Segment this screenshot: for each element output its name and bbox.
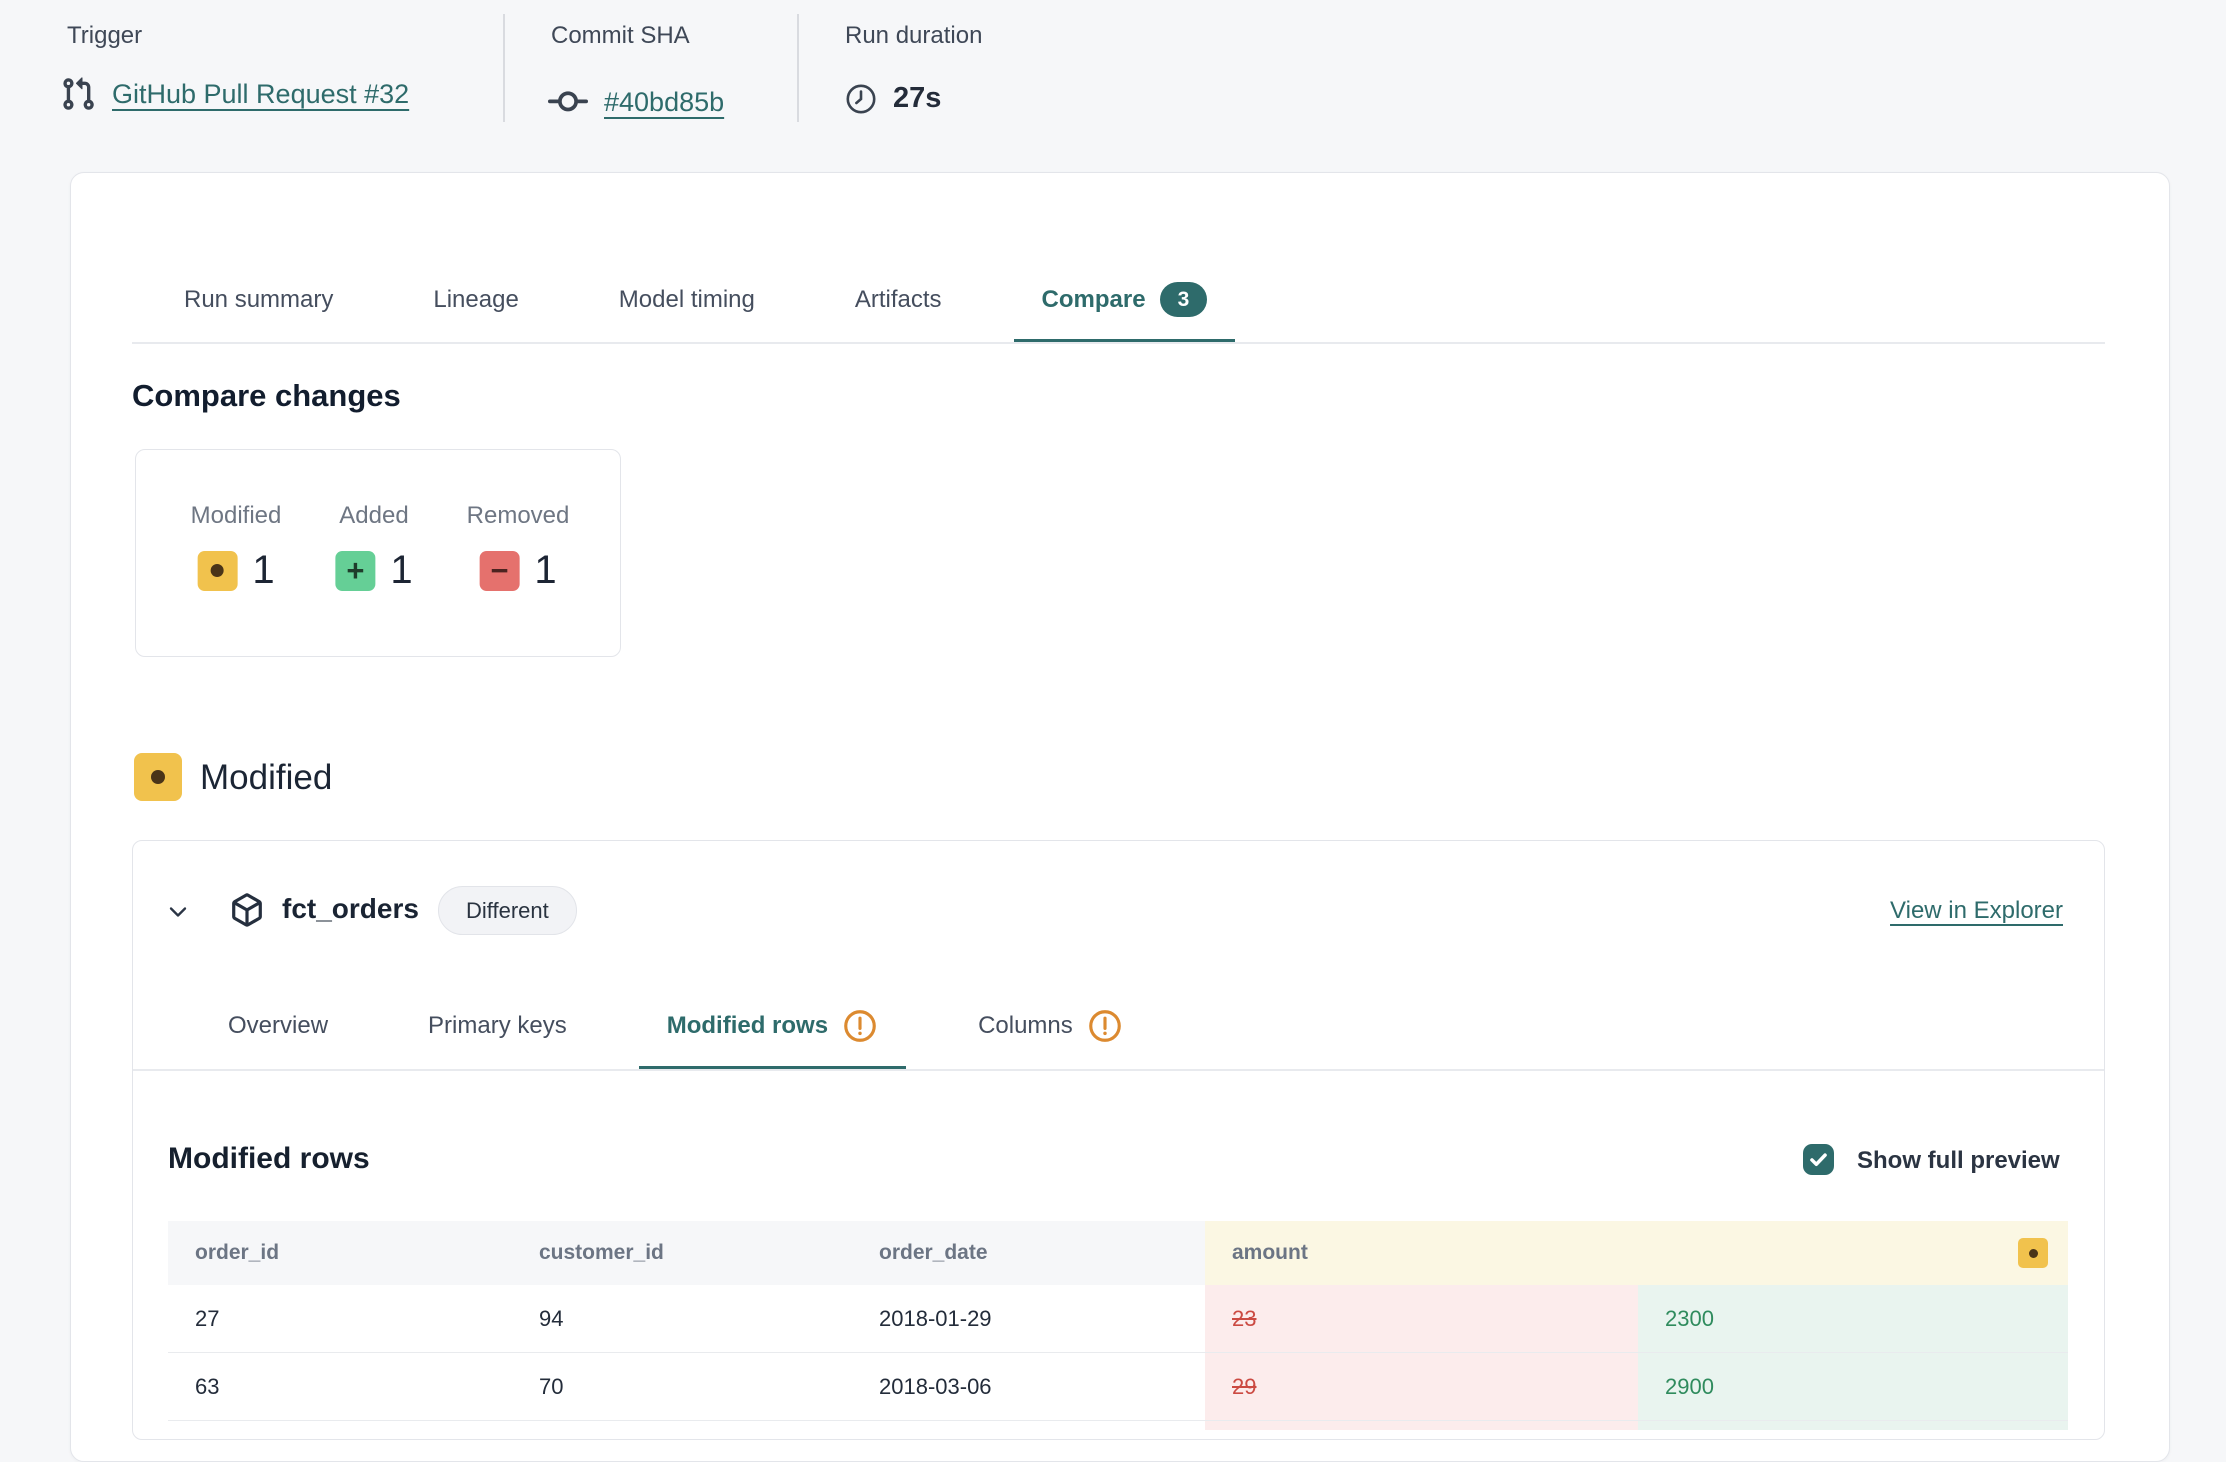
table-cell: 2018-03-06	[852, 1353, 1205, 1421]
commit-link[interactable]: #40bd85b	[604, 87, 724, 118]
cube-icon	[230, 892, 264, 928]
commit-value: #40bd85b	[548, 82, 724, 122]
change-summary-card: Modified 1 Added + 1 Removed − 1	[135, 449, 621, 657]
plus-icon: +	[335, 551, 375, 591]
table-cell-new-value: 2900	[1638, 1353, 2068, 1421]
pull-request-icon	[60, 76, 96, 112]
minus-icon: −	[479, 551, 519, 591]
model-detail-tabs: Overview Primary keys Modified rows Colu…	[200, 985, 1151, 1071]
modified-count: 1	[252, 548, 274, 593]
table-cell: 63	[168, 1353, 512, 1421]
trigger-link[interactable]: GitHub Pull Request #32	[112, 79, 409, 110]
table-cell-new-value: 2300	[1638, 1285, 2068, 1353]
tab-run-summary[interactable]: Run summary	[156, 260, 361, 344]
check-icon	[1808, 1149, 1829, 1170]
modified-section-icon	[134, 753, 182, 801]
table-cell	[168, 1421, 512, 1430]
git-commit-icon	[548, 82, 588, 122]
removed-count: 1	[534, 548, 556, 593]
trigger-label: Trigger	[67, 22, 142, 50]
tab-artifacts[interactable]: Artifacts	[827, 260, 970, 344]
column-header-order-id: order_id	[168, 1221, 512, 1285]
stat-removed: Removed − 1	[467, 502, 570, 593]
tabs-divider	[132, 342, 2105, 344]
table-cell: 27	[168, 1285, 512, 1353]
run-tabs: Run summary Lineage Model timing Artifac…	[156, 260, 1235, 344]
show-full-preview-label[interactable]: Show full preview	[1857, 1147, 2060, 1175]
tab-lineage[interactable]: Lineage	[405, 260, 546, 344]
stat-added: Added + 1	[335, 502, 412, 593]
table-cell: 94	[512, 1285, 852, 1353]
chevron-down-icon[interactable]	[164, 898, 192, 926]
run-duration-label: Run duration	[845, 22, 982, 50]
model-tabs-divider	[133, 1069, 2104, 1071]
stat-modified: Modified 1	[191, 502, 282, 593]
compare-count-badge: 3	[1160, 282, 1208, 317]
table-cell: 70	[512, 1353, 852, 1421]
table-cell	[512, 1421, 852, 1430]
tab-modified-rows[interactable]: Modified rows	[639, 985, 906, 1071]
tab-primary-keys[interactable]: Primary keys	[400, 985, 595, 1071]
modified-dot-icon	[197, 551, 237, 591]
view-in-explorer-link[interactable]: View in Explorer	[1890, 897, 2063, 925]
warning-circle-icon	[1087, 1008, 1123, 1044]
modified-rows-table: order_id customer_id order_date amount 2…	[168, 1221, 2068, 1430]
table-cell-old-value	[1205, 1421, 1638, 1430]
tab-model-timing[interactable]: Model timing	[591, 260, 783, 344]
table-cell	[852, 1421, 1205, 1430]
commit-label: Commit SHA	[551, 22, 690, 50]
vertical-divider	[797, 14, 799, 122]
modified-section-title: Modified	[200, 758, 332, 798]
model-name: fct_orders	[282, 893, 419, 925]
table-cell-old-value: 29	[1205, 1353, 1638, 1421]
compare-changes-heading: Compare changes	[132, 378, 401, 414]
column-header-amount: amount	[1205, 1221, 1638, 1285]
table-cell-old-value: 23	[1205, 1285, 1638, 1353]
warning-circle-icon	[842, 1008, 878, 1044]
column-header-order-date: order_date	[852, 1221, 1205, 1285]
clock-icon	[845, 83, 877, 115]
table-cell-new-value	[1638, 1421, 2068, 1430]
show-full-preview-checkbox[interactable]	[1803, 1144, 1834, 1175]
column-header-customer-id: customer_id	[512, 1221, 852, 1285]
tab-columns[interactable]: Columns	[950, 985, 1151, 1071]
trigger-value: GitHub Pull Request #32	[60, 76, 409, 112]
added-count: 1	[390, 548, 412, 593]
column-header-amount-flag	[1638, 1221, 2068, 1285]
vertical-divider	[503, 14, 505, 122]
run-duration-value: 27s	[845, 82, 941, 115]
modified-dot-icon	[2018, 1238, 2048, 1268]
tab-overview[interactable]: Overview	[200, 985, 356, 1071]
modified-rows-heading: Modified rows	[168, 1142, 370, 1176]
table-cell: 2018-01-29	[852, 1285, 1205, 1353]
tab-compare[interactable]: Compare 3	[1014, 260, 1236, 344]
status-badge: Different	[438, 886, 577, 935]
